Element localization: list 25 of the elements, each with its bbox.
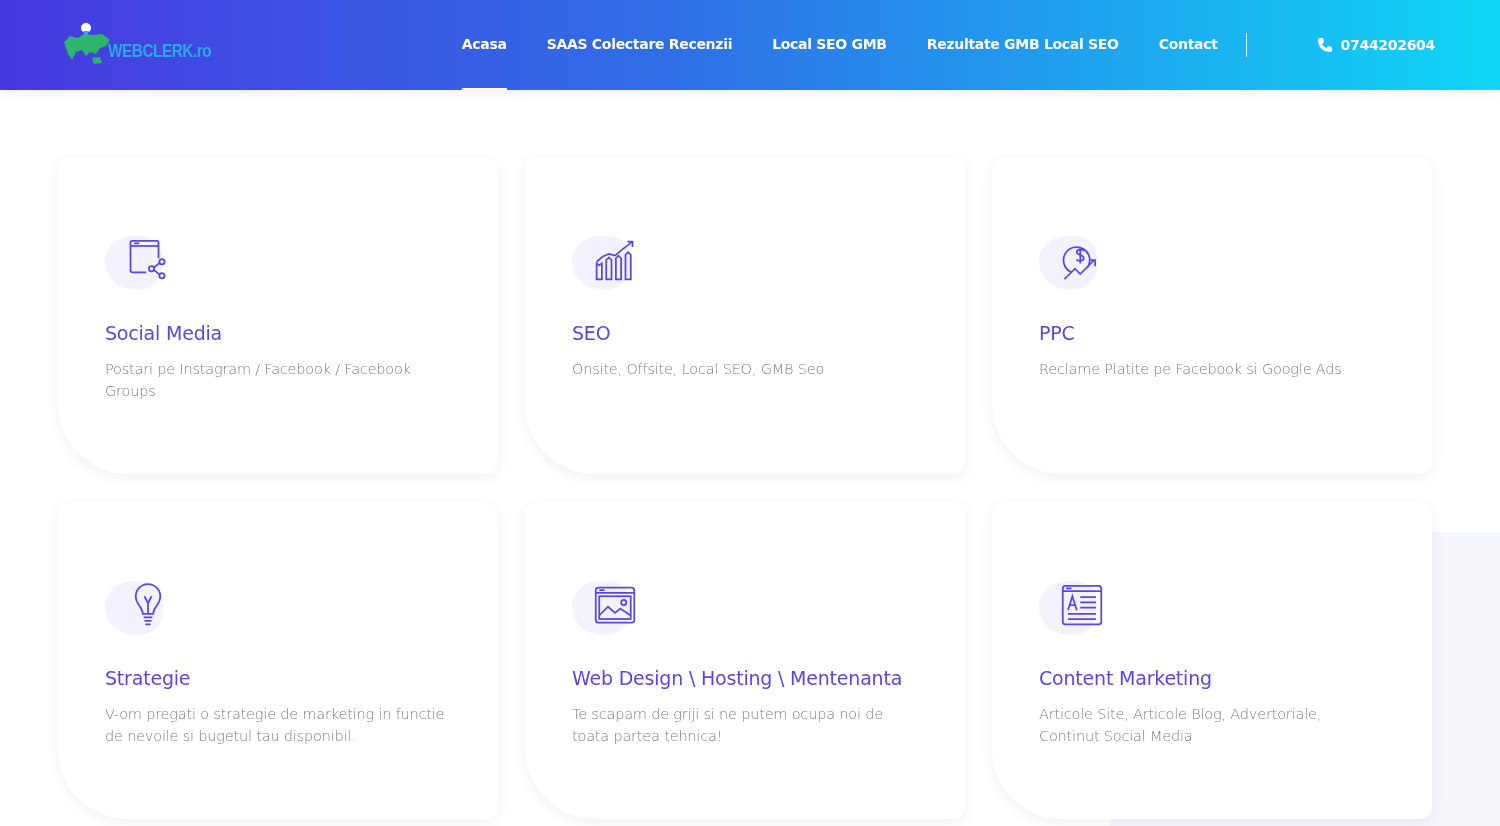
nav-link[interactable]: Rezultate GMB Local SEO bbox=[926, 0, 1119, 90]
service-description: Te scapam de griji si ne putem ocupa noi de toata partea tehnica! bbox=[572, 705, 884, 746]
growth-chart-icon bbox=[594, 238, 636, 282]
article-page-icon bbox=[1061, 583, 1103, 627]
icon-background-blob bbox=[105, 236, 163, 290]
service-title: PPC bbox=[1039, 322, 1076, 344]
service-title: Web Design \ Hosting \ Mentenanta bbox=[572, 667, 904, 689]
icon-background-blob bbox=[1039, 236, 1097, 290]
phone-icon bbox=[1316, 37, 1333, 53]
nav-link[interactable]: Acasa bbox=[461, 0, 507, 90]
service-description: Articole Site, Articole Blog, Advertoriale, Continut Social Media bbox=[1039, 705, 1323, 746]
service-description: Reclame Platite pe Facebook si Google Ads bbox=[1039, 360, 1343, 379]
service-description: Onsite, Offsite, Local SEO, GMB Seo bbox=[572, 360, 826, 379]
nav-link[interactable]: Contact bbox=[1158, 0, 1218, 90]
service-title: Content Marketing bbox=[1039, 667, 1213, 689]
service-title: SEO bbox=[572, 322, 612, 344]
nav-link[interactable]: SAAS Colectare Recenzii bbox=[546, 0, 733, 90]
logo-text[interactable]: WEBCLERK.ro bbox=[108, 41, 212, 62]
service-description: V-om pregati o strategie de marketing in functie de nevoile si bugetul tau disponibil. bbox=[105, 705, 446, 746]
nav-link[interactable]: Local SEO GMB bbox=[772, 0, 887, 90]
service-title: Social Media bbox=[105, 322, 224, 344]
service-description: Postari pe Instagram / Facebook / Facebook Groups bbox=[105, 360, 412, 401]
service-title: Strategie bbox=[105, 667, 192, 689]
icon-background-blob bbox=[105, 581, 163, 635]
phone-link[interactable]: 0744202604 bbox=[1316, 37, 1435, 53]
